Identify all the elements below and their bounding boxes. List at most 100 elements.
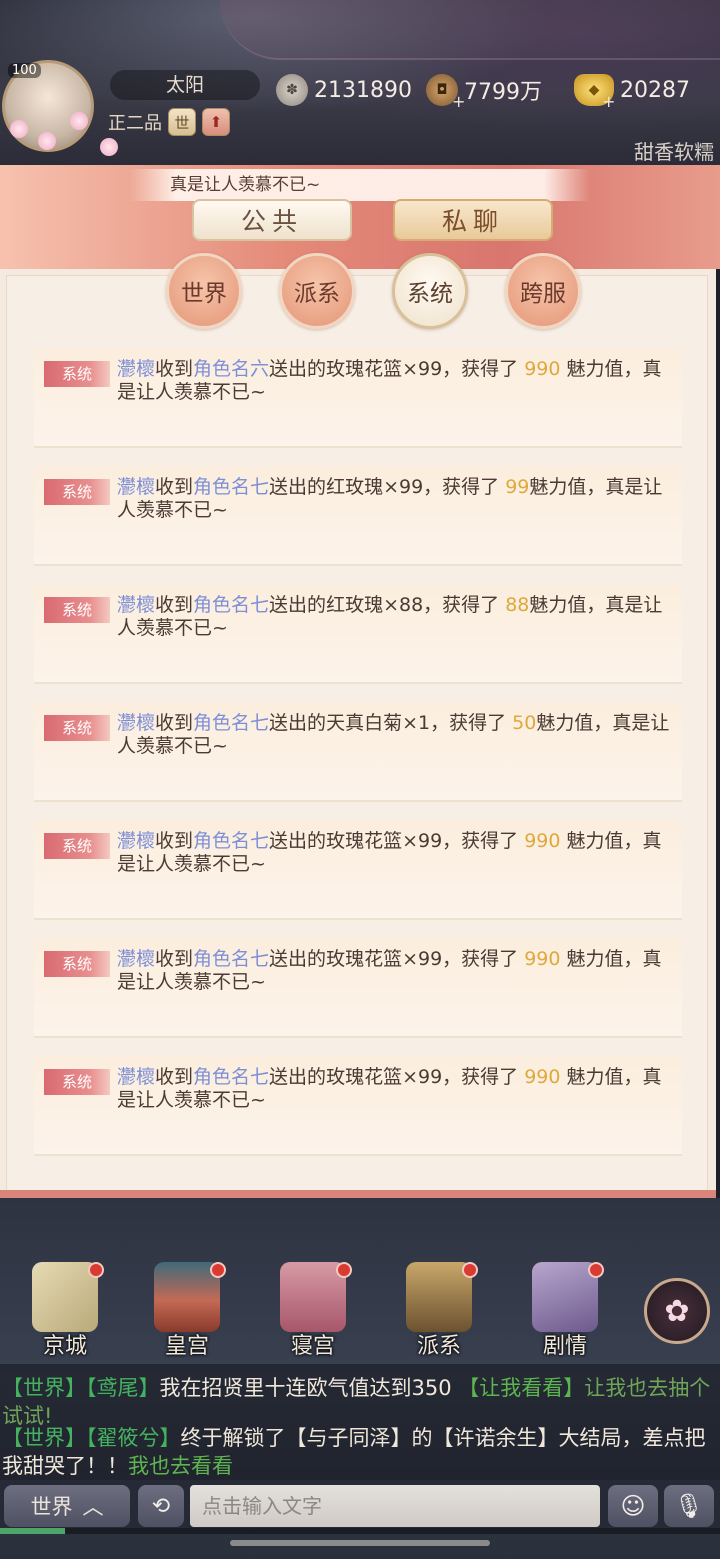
message-verb: 收到 (155, 594, 194, 616)
message-mid: ，获得了 (423, 476, 506, 498)
receiver-name[interactable]: 灪櫰 (117, 358, 155, 380)
message-verb: 送出的 (269, 476, 327, 498)
system-message: 系统 灪櫰收到角色名七送出的红玫瑰×99，获得了 99魅力值，真是让人羡慕不已~ (34, 466, 682, 566)
nav-capital[interactable]: 京城 (20, 1262, 110, 1362)
system-message: 系统 灪櫰收到角色名七送出的玫瑰花篮×99，获得了 990 魅力值，真是让人羡慕不… (34, 1056, 682, 1156)
message-text: 灪櫰收到角色名七送出的玫瑰花篮×99，获得了 990 魅力值，真是让人羡慕不已~ (117, 948, 677, 994)
sender-name[interactable]: 角色名六 (193, 358, 269, 380)
rank-world-button[interactable]: 世 (168, 108, 196, 136)
sender-name[interactable]: 角色名七 (193, 712, 269, 734)
message-mid: ，获得了 (442, 830, 525, 852)
charm-value: 990 (524, 1066, 561, 1088)
gift-item: 红玫瑰×88 (326, 594, 424, 616)
charm-value: 50 (512, 712, 537, 734)
receiver-name[interactable]: 灪櫰 (117, 476, 155, 498)
world-chat-ticker[interactable]: 【世界】【鸢尾】我在招贤里十连欧气值达到350 【让我看看】让我也去抽个试试! … (0, 1364, 720, 1480)
ticker-line-2: 【世界】【翟筱兮】终于解锁了【与子同泽】的【许诺余生】大结局，差点把我甜哭了！！… (2, 1424, 718, 1480)
gold-resource[interactable]: ◆ 20287 (574, 72, 690, 108)
receiver-name[interactable]: 灪櫰 (117, 948, 155, 970)
message-verb: 送出的 (269, 712, 327, 734)
copper-value: 7799万 (464, 80, 542, 105)
channel-select[interactable]: 世界 ︿ (4, 1485, 130, 1527)
top-banner: 真是让人羡慕不已~ (130, 169, 590, 201)
panel-divider (0, 1190, 716, 1198)
history-icon[interactable]: ⟲ (138, 1485, 184, 1527)
system-message: 系统 灪櫰收到角色名七送出的玫瑰花篮×99，获得了 990 魅力值，真是让人羡慕不… (34, 820, 682, 920)
message-mid: ，获得了 (423, 594, 506, 616)
gold-plus-icon[interactable]: + (602, 92, 615, 111)
message-mid: ，获得了 (442, 948, 525, 970)
nav-bedchamber-label: 寝宫 (290, 1334, 335, 1359)
nav-faction[interactable]: 派系 (394, 1262, 484, 1362)
ticker-user[interactable]: 【鸢尾】 (86, 1376, 160, 1400)
copper-plus-icon[interactable]: + (452, 92, 465, 111)
subtab-world[interactable]: 世界 (166, 253, 242, 329)
message-mid: ，获得了 (442, 1066, 525, 1088)
top-right-name: 甜香软糯 (634, 140, 714, 164)
message-verb: 收到 (155, 476, 194, 498)
receiver-name[interactable]: 灪櫰 (117, 712, 155, 734)
copper-resource[interactable]: ◘ 7799万 (426, 72, 542, 108)
sender-name[interactable]: 角色名七 (193, 1066, 269, 1088)
gold-value: 20287 (620, 77, 690, 103)
ticker-channel: 【世界】 (2, 1426, 86, 1450)
sender-name[interactable]: 角色名七 (193, 948, 269, 970)
ticker-line-1: 【世界】【鸢尾】我在招贤里十连欧气值达到350 【让我看看】让我也去抽个试试! (2, 1374, 718, 1430)
ticker-text: 我在招贤里十连欧气值达到350 (159, 1376, 459, 1400)
nav-story[interactable]: 剧情 (520, 1262, 610, 1362)
tab-private[interactable]: 私聊 (393, 199, 553, 241)
system-tag: 系统 (44, 597, 110, 623)
message-mid: ，获得了 (442, 358, 525, 380)
message-verb: 送出的 (269, 948, 327, 970)
message-verb: 收到 (155, 830, 194, 852)
receiver-name[interactable]: 灪櫰 (117, 830, 155, 852)
nav-bedchamber[interactable]: 寝宫 (268, 1262, 358, 1362)
message-verb: 收到 (155, 948, 194, 970)
system-message: 系统 灪櫰收到角色名七送出的红玫瑰×88，获得了 88魅力值，真是让人羡慕不已~ (34, 584, 682, 684)
gift-item: 天真白菊×1 (326, 712, 431, 734)
ticker-user[interactable]: 【翟筱兮】 (86, 1426, 181, 1450)
message-text: 灪櫰收到角色名七送出的天真白菊×1，获得了 50魅力值，真是让人羡慕不已~ (117, 712, 677, 758)
nav-story-label: 剧情 (542, 1334, 587, 1359)
notification-dot (88, 1262, 104, 1278)
gift-item: 玫瑰花篮×99 (326, 948, 443, 970)
ticker-link[interactable]: 我也去看看 (128, 1454, 233, 1478)
loading-progress-fill (0, 1528, 65, 1534)
emoji-icon[interactable]: ☺ (608, 1485, 658, 1527)
subtab-crossserver[interactable]: 跨服 (505, 253, 581, 329)
sender-name[interactable]: 角色名七 (193, 830, 269, 852)
system-tag: 系统 (44, 833, 110, 859)
gift-item: 红玫瑰×99 (326, 476, 424, 498)
sender-name[interactable]: 角色名七 (193, 594, 269, 616)
gift-item: 玫瑰花篮×99 (326, 830, 443, 852)
charm-value: 990 (524, 948, 561, 970)
message-verb: 送出的 (269, 1066, 327, 1088)
ticker-link[interactable]: 【让我看看】 (458, 1376, 584, 1400)
message-verb: 送出的 (269, 358, 327, 380)
system-message: 系统 灪櫰收到角色名六送出的玫瑰花篮×99，获得了 990 魅力值，真是让人羡慕不… (34, 348, 682, 448)
home-indicator[interactable] (230, 1540, 490, 1546)
blossom-icon (100, 138, 118, 156)
tab-public[interactable]: 公共 (192, 199, 352, 241)
chat-input[interactable] (190, 1485, 600, 1527)
ticker-channel: 【世界】 (2, 1376, 86, 1400)
palace-roof (220, 0, 720, 60)
input-bar: 世界 ︿ ⟲ ☺ 🎙 (0, 1480, 720, 1534)
nav-palace[interactable]: 皇宫 (142, 1262, 232, 1362)
microphone-icon[interactable]: 🎙 (664, 1485, 714, 1527)
nav-faction-label: 派系 (416, 1334, 461, 1359)
channel-select-label: 世界 (30, 1495, 73, 1519)
blossom-icon (70, 112, 88, 130)
receiver-name[interactable]: 灪櫰 (117, 594, 155, 616)
flower-icon[interactable]: ✿ (644, 1278, 710, 1344)
notification-dot (336, 1262, 352, 1278)
subtab-system[interactable]: 系统 (392, 253, 468, 329)
gift-item: 玫瑰花篮×99 (326, 358, 443, 380)
sender-name[interactable]: 角色名七 (193, 476, 269, 498)
blossom-icon (10, 120, 28, 138)
receiver-name[interactable]: 灪櫰 (117, 1066, 155, 1088)
rank-up-icon[interactable]: ⬆ (202, 108, 230, 136)
subtab-faction[interactable]: 派系 (279, 253, 355, 329)
nav-capital-label: 京城 (42, 1334, 87, 1359)
notification-dot (588, 1262, 604, 1278)
